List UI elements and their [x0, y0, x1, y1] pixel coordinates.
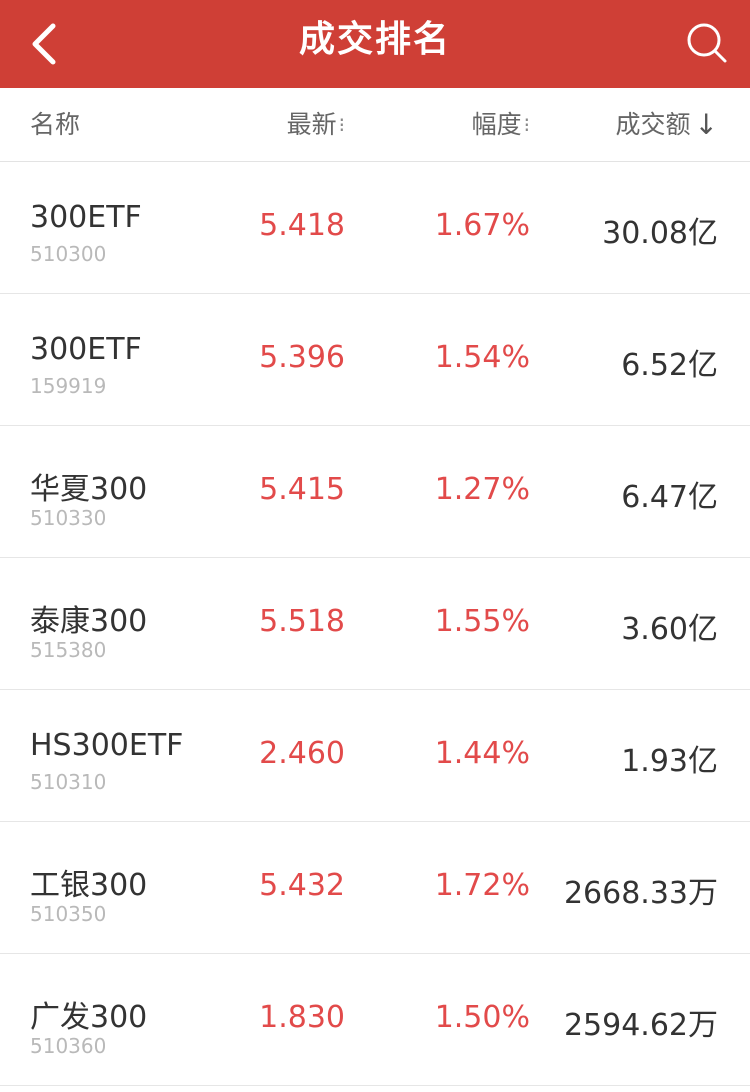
ranking-list: 300ETF 510300 5.418 1.67% 30.08亿 300ETF …	[0, 162, 750, 1086]
sort-descending-icon: ↓	[694, 107, 718, 141]
turnover-amount: 6.52亿	[621, 348, 718, 383]
turnover-amount: 6.47亿	[621, 480, 718, 515]
fund-code: 515380	[30, 638, 107, 662]
search-button[interactable]	[680, 16, 732, 68]
table-header: 名称 最新 ⁝ 幅度 ⁝ 成交额 ↓	[0, 88, 750, 162]
fund-code: 510330	[30, 506, 107, 530]
fund-name: 泰康300	[30, 604, 148, 639]
latest-price: 5.432	[259, 868, 345, 903]
fund-name: HS300ETF	[30, 728, 184, 763]
latest-price: 1.830	[259, 1000, 345, 1035]
fund-name: 工银300	[30, 868, 148, 903]
table-row[interactable]: 华夏300 510330 5.415 1.27% 6.47亿	[0, 426, 750, 558]
fund-name: 华夏300	[30, 472, 148, 507]
fund-code: 510310	[30, 770, 107, 794]
change-percent: 1.55%	[434, 604, 530, 639]
sort-neutral-icon: ⁝	[338, 112, 345, 137]
table-row[interactable]: 泰康300 515380 5.518 1.55% 3.60亿	[0, 558, 750, 690]
page-title: 成交排名	[298, 19, 451, 60]
fund-code: 510300	[30, 242, 107, 266]
search-icon	[687, 23, 727, 63]
latest-price: 5.396	[259, 340, 345, 375]
latest-price: 5.415	[259, 472, 345, 507]
fund-code: 510350	[30, 902, 107, 926]
turnover-amount: 1.93亿	[621, 744, 718, 779]
latest-price: 5.518	[259, 604, 345, 639]
table-row[interactable]: HS300ETF 510310 2.460 1.44% 1.93亿	[0, 690, 750, 822]
header-change-label: 幅度	[471, 109, 522, 139]
header-latest-sort[interactable]: 最新 ⁝	[287, 88, 345, 161]
change-percent: 1.50%	[434, 1000, 530, 1035]
table-row[interactable]: 300ETF 159919 5.396 1.54% 6.52亿	[0, 294, 750, 426]
latest-price: 5.418	[259, 208, 345, 243]
change-percent: 1.44%	[434, 736, 530, 771]
header-name: 名称	[30, 88, 80, 161]
header-turnover-sort[interactable]: 成交额 ↓	[616, 88, 718, 161]
header-latest-label: 最新	[286, 109, 337, 139]
change-percent: 1.72%	[434, 868, 530, 903]
fund-code: 510360	[30, 1034, 107, 1058]
app-root: 成交排名 名称 最新 ⁝ 幅度 ⁝ 成交额 ↓ 300ETF 510300 5.…	[0, 0, 750, 1092]
header-change-sort[interactable]: 幅度 ⁝	[472, 88, 530, 161]
table-row[interactable]: 广发300 510360 1.830 1.50% 2594.62万	[0, 954, 750, 1086]
fund-name: 300ETF	[30, 332, 142, 367]
header-turnover-label: 成交额	[615, 109, 691, 139]
change-percent: 1.67%	[434, 208, 530, 243]
table-row[interactable]: 300ETF 510300 5.418 1.67% 30.08亿	[0, 162, 750, 294]
top-app-bar: 成交排名	[0, 0, 750, 88]
turnover-amount: 2668.33万	[563, 876, 718, 911]
change-percent: 1.54%	[434, 340, 530, 375]
turnover-amount: 2594.62万	[563, 1008, 718, 1043]
table-row[interactable]: 工银300 510350 5.432 1.72% 2668.33万	[0, 822, 750, 954]
change-percent: 1.27%	[434, 472, 530, 507]
sort-neutral-icon: ⁝	[523, 112, 530, 137]
turnover-amount: 3.60亿	[621, 612, 718, 647]
fund-name: 300ETF	[30, 200, 142, 235]
header-name-label: 名称	[30, 109, 81, 139]
turnover-amount: 30.08亿	[602, 216, 718, 251]
latest-price: 2.460	[259, 736, 345, 771]
fund-name: 广发300	[30, 1000, 148, 1035]
fund-code: 159919	[30, 374, 107, 398]
